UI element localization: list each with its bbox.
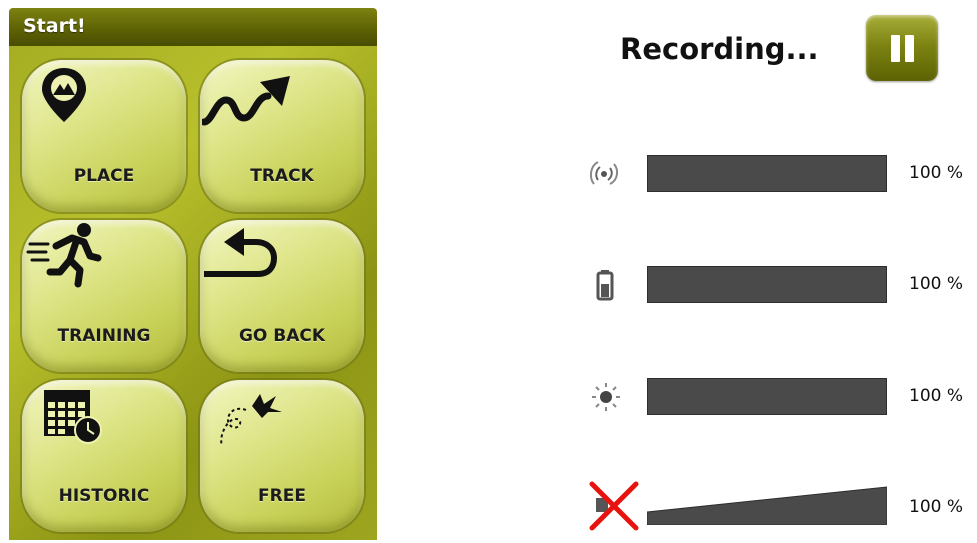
runner-icon	[26, 223, 102, 288]
track-label: TRACK	[250, 166, 314, 186]
historic-label: HISTORIC	[58, 486, 150, 506]
brightness-meter	[647, 378, 887, 415]
volume-value: 100 %	[909, 497, 964, 517]
battery-icon	[596, 270, 614, 301]
bird-flight-icon	[220, 394, 282, 447]
map-pin-icon	[42, 68, 86, 122]
recording-status: Recording...	[620, 32, 819, 66]
calendar-clock-icon	[44, 390, 102, 444]
gps-signal-value: 100 %	[909, 163, 964, 183]
go-back-button[interactable]: GO BACK	[200, 220, 364, 372]
brightness-icon	[592, 383, 620, 411]
battery-value: 100 %	[909, 274, 964, 294]
volume-meter	[647, 486, 887, 525]
gps-signal-icon	[589, 161, 619, 185]
free-button[interactable]: FREE	[200, 380, 364, 532]
training-label: TRAINING	[57, 326, 151, 346]
volume-muted-icon	[589, 481, 639, 531]
track-curve-icon	[202, 76, 290, 126]
return-arrow-icon	[204, 228, 278, 277]
panel-title: Start!	[23, 15, 86, 37]
training-button[interactable]: TRAINING	[22, 220, 186, 372]
go-back-label: GO BACK	[238, 326, 326, 346]
track-button[interactable]: TRACK	[200, 60, 364, 212]
gps-signal-meter	[647, 155, 887, 192]
start-menu-panel: Start! PLACE TRACK TRAINING GO BACK HIST…	[9, 8, 377, 540]
pause-button[interactable]	[866, 15, 938, 81]
brightness-value: 100 %	[909, 386, 964, 406]
historic-button[interactable]: HISTORIC	[22, 380, 186, 532]
battery-meter	[647, 266, 887, 303]
free-label: FREE	[258, 486, 306, 506]
title-bar: Start!	[9, 8, 377, 46]
place-button[interactable]: PLACE	[22, 60, 186, 212]
place-label: PLACE	[73, 166, 135, 186]
